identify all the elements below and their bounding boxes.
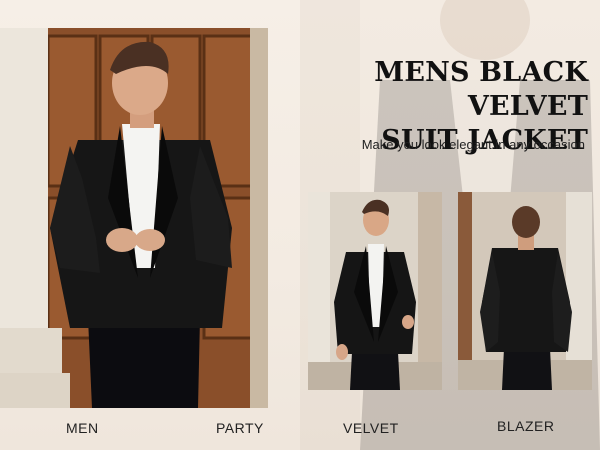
- main-product-photo: [0, 28, 268, 408]
- subtitle: Make you look elegant in any occasion: [361, 137, 585, 152]
- tag-men: MEN: [66, 420, 99, 436]
- model-back-small-image: [458, 192, 592, 390]
- blazer-photo: [458, 192, 592, 390]
- product-banner: MENS BLACK VELVET SUIT JACKET Make you l…: [0, 0, 600, 450]
- tag-party: PARTY: [216, 420, 264, 436]
- model-front-image: [0, 28, 268, 408]
- velvet-photo: [308, 192, 442, 390]
- tag-blazer: BLAZER: [497, 418, 555, 434]
- tag-velvet: VELVET: [343, 420, 399, 436]
- model-front-small-image: [308, 192, 442, 390]
- title-line-1: MENS BLACK VELVET: [374, 57, 588, 122]
